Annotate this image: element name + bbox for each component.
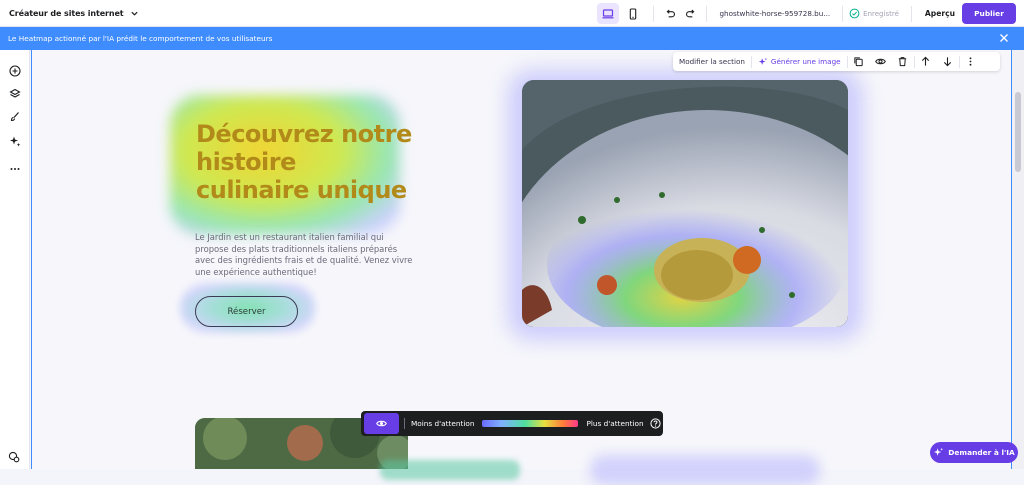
pasta-plate-image (522, 80, 848, 327)
hero-title[interactable]: Découvrez notre histoire culinaire uniqu… (196, 120, 416, 204)
trash-icon (898, 57, 907, 67)
reserve-button[interactable]: Réserver (195, 296, 298, 327)
mobile-icon (630, 7, 637, 20)
move-up-button[interactable] (915, 52, 937, 71)
brand-label: Créateur de sites internet (9, 8, 124, 18)
support-icon (8, 451, 20, 463)
help-icon[interactable] (649, 418, 661, 429)
undo-icon (666, 9, 675, 18)
chevron-down-icon (130, 11, 138, 16)
eye-icon (875, 58, 886, 65)
ask-ai-button[interactable]: Demander à l'IA (930, 442, 1018, 463)
section-toolbar: Modifier la section Générer une image (673, 52, 1000, 71)
undo-button[interactable] (660, 3, 680, 24)
ask-ai-label: Demander à l'IA (948, 448, 1015, 457)
section-more-button[interactable] (960, 52, 982, 71)
sparkle-icon (9, 136, 20, 146)
canvas-scrollbar[interactable] (1012, 50, 1024, 469)
heatmap-bottom-overlay (380, 460, 520, 480)
banner-text: Le Heatmap actionné par l'IA prédit le c… (8, 34, 273, 43)
close-icon[interactable] (998, 32, 1010, 44)
eye-icon (376, 420, 387, 427)
move-down-button[interactable] (937, 52, 959, 71)
save-status: Enregistré (849, 8, 899, 19)
arrow-up-icon (921, 56, 930, 66)
divider (706, 5, 708, 22)
check-circle-icon (849, 8, 860, 19)
generate-image-label: Générer une image (770, 57, 841, 66)
hide-section-button[interactable] (870, 52, 892, 71)
heatmap-banner: Le Heatmap actionné par l'IA prédit le c… (0, 27, 1024, 50)
layers-icon (8, 88, 21, 98)
styles-button[interactable] (8, 110, 21, 123)
more-attention-label: Plus d'attention (586, 419, 644, 428)
more-button[interactable] (8, 162, 21, 175)
brush-icon (10, 111, 19, 121)
help-center-button[interactable] (8, 448, 21, 463)
more-horizontal-icon (10, 167, 19, 170)
divider (404, 418, 405, 429)
delete-section-button[interactable] (892, 52, 914, 71)
site-domain[interactable]: ghostwhite-horse-959728.bu... (719, 9, 830, 18)
more-vertical-icon (969, 57, 972, 66)
scrollbar-thumb[interactable] (1015, 92, 1021, 172)
plus-circle-icon (8, 64, 21, 77)
preview-button[interactable]: Aperçu (925, 9, 955, 18)
arrow-down-icon (943, 57, 952, 67)
sparkle-icon (758, 57, 768, 65)
redo-icon (686, 9, 695, 18)
hero-description[interactable]: Le Jardin est un restaurant italien fami… (195, 232, 415, 278)
sparkle-icon (934, 447, 944, 456)
attention-gradient (482, 420, 579, 427)
heatmap-legend-bar: Moins d'attention Plus d'attention (361, 411, 663, 436)
layers-button[interactable] (8, 87, 21, 100)
divider (653, 5, 655, 22)
duplicate-section-button[interactable] (848, 52, 870, 71)
edit-section-button[interactable]: Modifier la section (673, 57, 751, 66)
add-element-button[interactable] (8, 64, 21, 77)
top-bar: Créateur de sites internet ghostwhite-ho… (0, 0, 1024, 27)
generate-image-button[interactable]: Générer une image (752, 57, 847, 67)
redo-button[interactable] (680, 3, 700, 24)
copy-icon (854, 57, 863, 67)
desktop-view-button[interactable] (597, 3, 620, 24)
ai-tools-button[interactable] (8, 134, 21, 147)
heatmap-toggle-button[interactable] (364, 413, 399, 434)
heatmap-bottom-overlay (590, 455, 820, 485)
left-sidebar (0, 50, 30, 469)
mobile-view-button[interactable] (622, 3, 644, 24)
less-attention-label: Moins d'attention (411, 419, 475, 428)
divider (910, 5, 912, 22)
publish-button[interactable]: Publier (962, 3, 1016, 24)
top-bar-actions: ghostwhite-horse-959728.bu... Enregistré… (597, 3, 1016, 24)
saved-label: Enregistré (863, 9, 899, 18)
desktop-icon (602, 8, 614, 18)
hero-image[interactable] (522, 80, 848, 327)
divider (842, 5, 844, 22)
builder-menu[interactable]: Créateur de sites internet (0, 9, 139, 18)
